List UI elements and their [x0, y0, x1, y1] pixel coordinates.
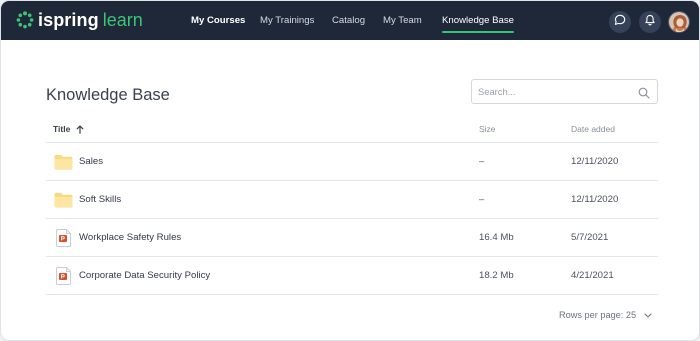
item-size: 18.2 Mb: [479, 270, 514, 281]
bell-icon: [644, 13, 656, 31]
nav-knowledge-base-label: Knowledge Base: [442, 15, 515, 26]
nav-my-courses[interactable]: My Courses: [191, 1, 245, 40]
item-size: –: [479, 156, 485, 167]
search-icon[interactable]: [638, 86, 650, 104]
column-header-date-added[interactable]: Date added: [571, 124, 615, 134]
chat-bubble-icon: [614, 13, 626, 31]
user-avatar[interactable]: [668, 11, 690, 33]
app-window: ispring learn My Courses My Trainings Ca…: [1, 1, 699, 340]
ispring-logo-icon: [16, 11, 34, 29]
notifications-button[interactable]: [639, 11, 661, 33]
top-navigation-bar: ispring learn My Courses My Trainings Ca…: [1, 1, 699, 40]
folder-icon: [54, 192, 73, 213]
table-row[interactable]: Corporate Data Security Policy 18.2 Mb 4…: [46, 257, 658, 295]
item-date-added: 5/7/2021: [571, 232, 609, 243]
page-title: Knowledge Base: [46, 86, 170, 104]
table-row[interactable]: Sales – 12/11/2020: [46, 143, 658, 181]
ispring-learn-logo[interactable]: ispring learn: [16, 10, 143, 30]
search-box: [471, 79, 658, 104]
chat-button[interactable]: [609, 11, 631, 33]
nav-knowledge-base[interactable]: Knowledge Base: [442, 1, 515, 40]
item-name: Sales: [79, 156, 103, 167]
knowledge-base-table: Title Size Date added Sales – 12/11/2020: [46, 115, 658, 295]
logo-wordmark-learn: learn: [102, 9, 143, 30]
item-date-added: 4/21/2021: [571, 270, 614, 281]
column-header-size[interactable]: Size: [479, 124, 496, 134]
table-row[interactable]: Soft Skills – 12/11/2020: [46, 181, 658, 219]
sort-ascending-arrow-icon: [76, 124, 84, 134]
column-header-title-label: Title: [53, 124, 71, 134]
rows-per-page-selector[interactable]: Rows per page: 25: [559, 310, 652, 320]
chevron-down-icon: [644, 310, 652, 320]
item-name: Soft Skills: [79, 194, 122, 205]
search-input[interactable]: [478, 80, 633, 103]
folder-icon: [54, 154, 73, 175]
item-date-added: 12/11/2020: [571, 156, 619, 167]
powerpoint-file-icon: [56, 229, 72, 252]
logo-wordmark-ispring: ispring: [38, 9, 99, 30]
nav-my-team[interactable]: My Team: [383, 1, 422, 40]
nav-my-trainings[interactable]: My Trainings: [260, 1, 314, 40]
rows-per-page-label: Rows per page: 25: [559, 310, 637, 320]
item-size: –: [479, 194, 485, 205]
item-date-added: 12/11/2020: [571, 194, 619, 205]
table-row[interactable]: Workplace Safety Rules 16.4 Mb 5/7/2021: [46, 219, 658, 257]
item-name: Corporate Data Security Policy: [79, 270, 211, 281]
nav-catalog[interactable]: Catalog: [332, 1, 365, 40]
item-name: Workplace Safety Rules: [79, 232, 182, 243]
item-size: 16.4 Mb: [479, 232, 514, 243]
table-header: Title Size Date added: [46, 115, 658, 143]
powerpoint-file-icon: [56, 267, 72, 290]
column-header-title[interactable]: Title: [53, 124, 84, 134]
active-tab-indicator: [442, 31, 515, 33]
